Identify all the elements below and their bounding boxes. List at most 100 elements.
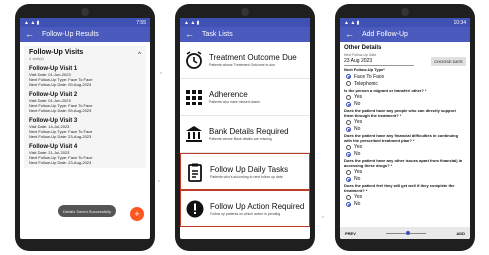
task-follow-up-action[interactable]: Follow Up Action Required Follow up pati… (180, 190, 310, 227)
decorative-dot (160, 72, 162, 74)
option-label: No (354, 101, 361, 107)
card-title: Follow-Up Visits (29, 49, 84, 56)
status-icons: ▲ ▲ ▮ (184, 19, 200, 26)
task-follow-up-daily[interactable]: Follow Up Daily Tasks Patients who's acc… (180, 153, 310, 190)
task-desc: Patients whose Bank details are missing (209, 137, 272, 141)
choose-date-button[interactable]: CHOOSE DATE (431, 57, 466, 66)
visit-item[interactable]: Follow-Up Visit 1 Visit Date: 01-Jun-202… (29, 66, 141, 87)
task-lists-screen: ▲ ▲ ▮ ← Task Lists Treatment Outcome Due… (180, 18, 310, 239)
radio-option[interactable]: No (340, 150, 470, 157)
option-label: No (354, 176, 361, 182)
radio-selected-icon (346, 201, 351, 207)
radio-selected-icon (346, 151, 351, 157)
task-bank-details[interactable]: Bank Details Required Patients whose Ban… (180, 116, 310, 153)
app-bar: ← Task Lists (180, 27, 310, 42)
decorative-dot (322, 216, 324, 218)
task-title: Follow Up Action Required (210, 201, 305, 211)
visit-next-date: Next Follow-Up Date: 23-Aug-2023 (29, 134, 92, 139)
bank-icon (184, 124, 204, 144)
task-title: Treatment Outcome Due (209, 53, 297, 62)
phone-add-followup: ▲ ▲ ▮ 10:34 ← Add Follow-Up Other Detail… (335, 4, 475, 251)
radio-selected-icon (346, 126, 351, 132)
option-label: Yes (354, 119, 363, 125)
radio-selected-icon (346, 101, 351, 107)
question-label: Does the patient have any financial diff… (344, 133, 459, 143)
option-label: Yes (354, 94, 363, 100)
date-field[interactable]: 23 Aug 2023 (344, 58, 414, 66)
page-title: Follow-Up Results (42, 31, 99, 38)
task-title: Bank Details Required (209, 127, 289, 136)
radio-option[interactable]: Yes (340, 193, 470, 200)
option-label: Telephonic (354, 80, 378, 87)
status-bar: ▲ ▲ ▮ (180, 18, 310, 27)
clipboard-icon (185, 162, 205, 182)
alert-icon (185, 199, 205, 219)
task-desc: Patients whose Treatment Outcome is due (209, 63, 275, 67)
page-title: Add Follow-Up (362, 31, 408, 38)
option-label: No (354, 201, 361, 207)
status-time: 7:55 (136, 19, 146, 26)
back-arrow-icon[interactable]: ← (185, 30, 194, 39)
radio-option[interactable]: Yes (340, 93, 470, 100)
task-title: Follow Up Daily Tasks (210, 164, 289, 174)
radio-option[interactable]: Yes (340, 143, 470, 150)
question-label: Does the patient feel they will get well… (344, 183, 455, 193)
visit-next-date: Next Follow-Up Date: 09-Aug-2023 (29, 108, 92, 113)
back-arrow-icon[interactable]: ← (345, 30, 354, 39)
radio-empty-icon (346, 81, 351, 86)
visit-item[interactable]: Follow-Up Visit 3 Visit Date: 14-Jul-202… (29, 118, 141, 139)
visit-next-date: Next Follow-Up Date: 09-Aug-2023 (29, 82, 92, 87)
radio-option[interactable]: No (340, 200, 470, 207)
bottom-nav-bar: PREV ADD (340, 227, 470, 239)
task-desc: Patients who have missed doses (209, 100, 260, 104)
chevron-up-icon[interactable]: ^ (138, 52, 141, 58)
add-button[interactable]: ADD (456, 231, 465, 236)
status-icons: ▲ ▲ ▮ (344, 19, 360, 26)
page-title: Task Lists (202, 31, 233, 38)
option-label: Face To Face (354, 73, 385, 80)
visit-item[interactable]: Follow-Up Visit 2 Visit Date: 01-Jun-202… (29, 92, 141, 113)
phone-followup-results: ▲ ▲ ▮ 7:55 ← Follow-Up Results Follow-Up… (15, 4, 155, 251)
status-icons: ▲ ▲ ▮ (24, 19, 40, 26)
radio-option[interactable]: Face To Face (340, 73, 470, 80)
add-fab-button[interactable]: + (130, 207, 144, 221)
radio-option[interactable]: Telephonic (340, 80, 470, 87)
back-arrow-icon[interactable]: ← (25, 30, 34, 39)
decorative-dot (158, 180, 160, 182)
radio-empty-icon (346, 194, 351, 200)
radio-empty-icon (346, 144, 351, 150)
prev-button[interactable]: PREV (345, 231, 356, 236)
radio-empty-icon (346, 119, 351, 125)
visit-item[interactable]: Follow-Up Visit 4 Visit Date: 21-Jul-202… (29, 144, 141, 165)
task-adherence[interactable]: Adherence Patients who have missed doses (180, 79, 310, 116)
radio-empty-icon (346, 94, 351, 100)
question-label: Does the patient have any other issues a… (344, 158, 463, 168)
radio-option[interactable]: No (340, 125, 470, 132)
task-desc: Follow up patients on which action is pe… (210, 211, 281, 216)
followup-results-screen: ▲ ▲ ▮ 7:55 ← Follow-Up Results Follow-Up… (20, 18, 150, 239)
add-followup-screen: ▲ ▲ ▮ 10:34 ← Add Follow-Up Other Detail… (340, 18, 470, 239)
phone-task-lists: ▲ ▲ ▮ ← Task Lists Treatment Outcome Due… (175, 4, 315, 251)
radio-option[interactable]: Yes (340, 118, 470, 125)
alarm-clock-icon (184, 50, 204, 70)
section-title: Other Details (344, 45, 382, 51)
option-label: No (354, 151, 361, 157)
visit-next-date: Next Follow-Up Date: 23-Aug-2023 (29, 160, 92, 165)
status-time: 10:34 (453, 19, 466, 26)
radio-selected-icon (346, 176, 351, 182)
status-bar: ▲ ▲ ▮ 10:34 (340, 18, 470, 27)
app-bar: ← Follow-Up Results (20, 27, 150, 42)
followup-visits-card: Follow-Up Visits 4 visit(s) ^ Follow-Up … (24, 46, 146, 168)
slider-dot (406, 231, 411, 235)
option-label: Yes (354, 194, 363, 200)
radio-empty-icon (346, 169, 351, 175)
card-subtitle: 4 visit(s) (29, 56, 44, 61)
app-bar: ← Add Follow-Up (340, 27, 470, 42)
radio-option[interactable]: No (340, 100, 470, 107)
radio-option[interactable]: No (340, 175, 470, 182)
radio-option[interactable]: Yes (340, 168, 470, 175)
task-desc: Patients who's according to next follow … (210, 174, 283, 179)
grid-calendar-icon (184, 87, 204, 107)
toast-message: Details Saved Successfully (58, 205, 116, 217)
task-treatment-outcome[interactable]: Treatment Outcome Due Patients whose Tre… (180, 42, 310, 79)
